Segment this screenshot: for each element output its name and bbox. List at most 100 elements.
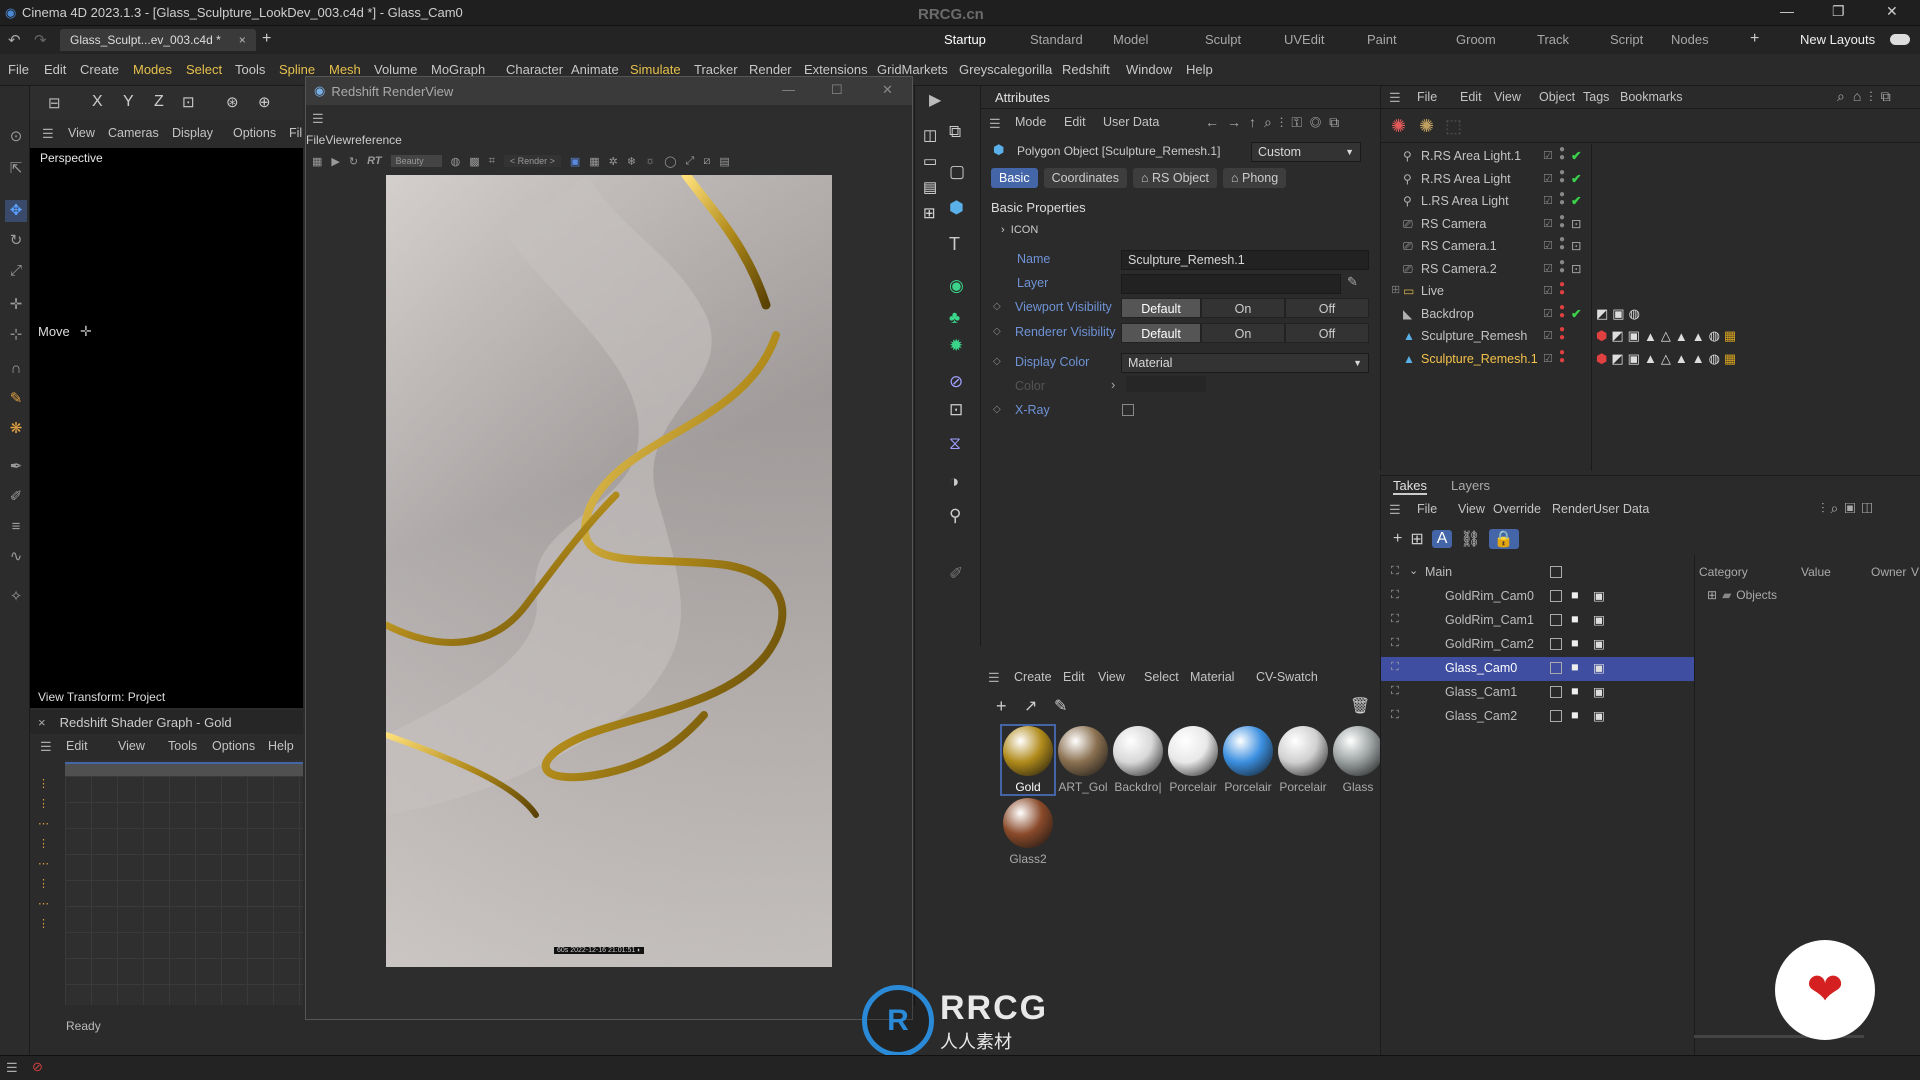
take-override-icon[interactable]: ⛶	[1391, 589, 1399, 602]
document-tab[interactable]: Glass_Sculpt...ev_003.c4d * ×	[60, 29, 256, 51]
obj-hamburger-icon[interactable]: ☰	[1389, 90, 1401, 106]
take-row[interactable]: ⛶ Glass_Cam1 ■ ▣	[1381, 681, 1694, 705]
visibility-dots-icon[interactable]: ● ●	[1559, 347, 1565, 365]
icon-group-toggle[interactable]: › ICON	[1001, 224, 1038, 236]
layer-edit-icon[interactable]: ✎	[1347, 274, 1358, 290]
menu-item[interactable]: Edit	[44, 62, 66, 77]
tag-icon[interactable]: ◩	[1596, 306, 1608, 322]
tag-icon[interactable]: ◩	[1611, 351, 1623, 367]
tag-icon[interactable]: ◍	[1709, 351, 1720, 367]
take-override-icon[interactable]: ⛶	[1391, 685, 1399, 698]
camera-icon[interactable]: ■	[1571, 660, 1579, 674]
keyframe-diamond-icon[interactable]: ◇	[993, 356, 1001, 367]
shader-graph-canvas[interactable]: ⋮ ⋮ ⋯ ⋮ ⋯ ⋮ ⋯ ⋮	[30, 760, 303, 1005]
attr-menu-item[interactable]: User Data	[1103, 115, 1159, 129]
render-settings-icon[interactable]: ⊟	[48, 94, 61, 112]
scene-icon[interactable]: ⊡	[949, 400, 963, 420]
keyframe-diamond-icon[interactable]: ◇	[993, 404, 1001, 415]
refresh-icon[interactable]: ↻	[349, 155, 358, 168]
mat-menu-item[interactable]: Material	[1190, 670, 1234, 684]
bottom-hamburger-icon[interactable]: ☰	[6, 1060, 18, 1076]
tag-icon[interactable]: △	[1661, 328, 1671, 344]
obj-menu-item[interactable]: Edit	[1460, 90, 1482, 104]
undo-icon[interactable]: ↶	[8, 31, 21, 49]
sky-icon[interactable]: ◑	[949, 472, 959, 492]
render-setting-icon[interactable]: ▣	[1593, 612, 1605, 627]
compare-icon[interactable]: ⧄	[703, 155, 710, 168]
effector-icon[interactable]: ✹	[949, 336, 963, 356]
spline-pen-icon[interactable]: ✐	[5, 486, 27, 508]
material-swatch[interactable]: Porcelair	[1222, 726, 1274, 794]
tag-icon[interactable]: ⬢	[1596, 351, 1607, 367]
scale-tool-icon[interactable]: ⤢	[5, 260, 27, 282]
rv-maximize-icon[interactable]: ☐	[831, 82, 843, 98]
layout-tab[interactable]: Standard	[1030, 32, 1083, 47]
take-override-icon[interactable]: ⛶	[1391, 709, 1399, 722]
obj-menu-item[interactable]: Object	[1539, 90, 1575, 104]
edit-icon[interactable]: ☑	[1543, 239, 1553, 252]
tab-coordinates[interactable]: Coordinates	[1043, 168, 1127, 188]
shader-menu-item[interactable]: Tools	[168, 739, 197, 753]
menu-item[interactable]: Tracker	[694, 62, 738, 77]
rv-hamburger-icon[interactable]: ☰	[312, 111, 324, 127]
shader-menu-item[interactable]: View	[118, 739, 145, 753]
add-layout-icon[interactable]: +	[1750, 30, 1759, 48]
viewport-menu-item[interactable]: Options	[233, 126, 276, 140]
render-setting-icon[interactable]: ▣	[1593, 660, 1605, 675]
take-row[interactable]: ⛶ ⌄ Main	[1381, 561, 1694, 585]
visibility-dots-icon[interactable]: ● ●	[1559, 257, 1565, 275]
material-override-icon[interactable]: ✺	[1419, 116, 1434, 137]
fit-icon[interactable]: ⤢	[686, 155, 695, 168]
mat-menu-item[interactable]: Create	[1014, 670, 1052, 684]
layout-tab[interactable]: Groom	[1456, 32, 1496, 47]
color-expand-icon[interactable]: ›	[1111, 377, 1115, 392]
tag-icon[interactable]: ▣	[1628, 351, 1640, 367]
renderer-vis-off[interactable]: Off	[1285, 323, 1369, 343]
render-camera-select[interactable]: < Render >	[503, 155, 561, 167]
brush-palette-icon[interactable]: ✐	[949, 564, 963, 584]
attr-menu-item[interactable]: Edit	[1064, 115, 1086, 129]
enabled-check[interactable]: ✔	[1571, 148, 1581, 163]
take-row[interactable]: ⛶ GoldRim_Cam2 ■ ▣	[1381, 633, 1694, 657]
tag-icon[interactable]: ▣	[1628, 328, 1640, 344]
deformer-icon[interactable]: ⊞	[923, 204, 936, 222]
renderer-vis-default[interactable]: Default	[1121, 323, 1201, 343]
link-take-icon[interactable]: ⛓	[1460, 529, 1480, 549]
layout-tab[interactable]: Paint	[1367, 32, 1397, 47]
edit-icon[interactable]: ☑	[1543, 149, 1553, 162]
edit-icon[interactable]: ☑	[1543, 172, 1553, 185]
move-tool-icon[interactable]: ✥	[5, 200, 27, 222]
layout-tab[interactable]: Model	[1113, 32, 1148, 47]
layout-toggle[interactable]	[1890, 34, 1910, 45]
snap-icon[interactable]: ✧	[5, 586, 27, 608]
camera-icon[interactable]: ■	[1571, 684, 1579, 698]
name-field[interactable]: Sculpture_Remesh.1	[1121, 250, 1369, 270]
obj-menu-item[interactable]: Bookmarks	[1620, 90, 1683, 104]
light-palette-icon[interactable]: ⚲	[949, 506, 961, 526]
object-row[interactable]: ⚲ R.RS Area Light.1 ☑ ● ● ✔	[1381, 145, 1920, 168]
mograph-icon[interactable]: ♣	[949, 308, 960, 328]
mat-menu-item[interactable]: CV-Swatch	[1256, 670, 1318, 684]
menu-item[interactable]: File	[8, 62, 29, 77]
rv-close-icon[interactable]: ✕	[882, 82, 893, 98]
model-mode-icon[interactable]: ⊛	[226, 93, 239, 111]
material-swatch[interactable]: Glass2	[1002, 798, 1054, 866]
object-row[interactable]: ⎚ RS Camera ☑ ● ● ⊡	[1381, 212, 1920, 236]
knife-icon[interactable]: ✎	[5, 388, 27, 410]
take-checkbox[interactable]	[1550, 614, 1562, 626]
shader-menu-item[interactable]: Options	[212, 739, 255, 753]
play-icon[interactable]: ▶	[331, 155, 339, 168]
aov-select[interactable]: Beauty	[390, 155, 442, 167]
tag-icon[interactable]: ▦	[1724, 351, 1736, 367]
rt-label[interactable]: RT	[367, 155, 381, 167]
minimize-icon[interactable]: —	[1780, 3, 1794, 19]
color-swatch[interactable]	[1126, 376, 1206, 392]
viewport-vis-default[interactable]: Default	[1121, 298, 1201, 318]
menu-item[interactable]: Animate	[571, 62, 619, 77]
tag-icon[interactable]: ▲	[1675, 351, 1688, 366]
menu-item[interactable]: MoGraph	[431, 62, 485, 77]
bucket-icon[interactable]: ▦	[589, 155, 599, 168]
lock-take-icon[interactable]: 🔒	[1488, 529, 1519, 549]
visibility-dots-icon[interactable]: ● ●	[1559, 325, 1565, 343]
x-axis-icon[interactable]: X	[92, 93, 103, 111]
